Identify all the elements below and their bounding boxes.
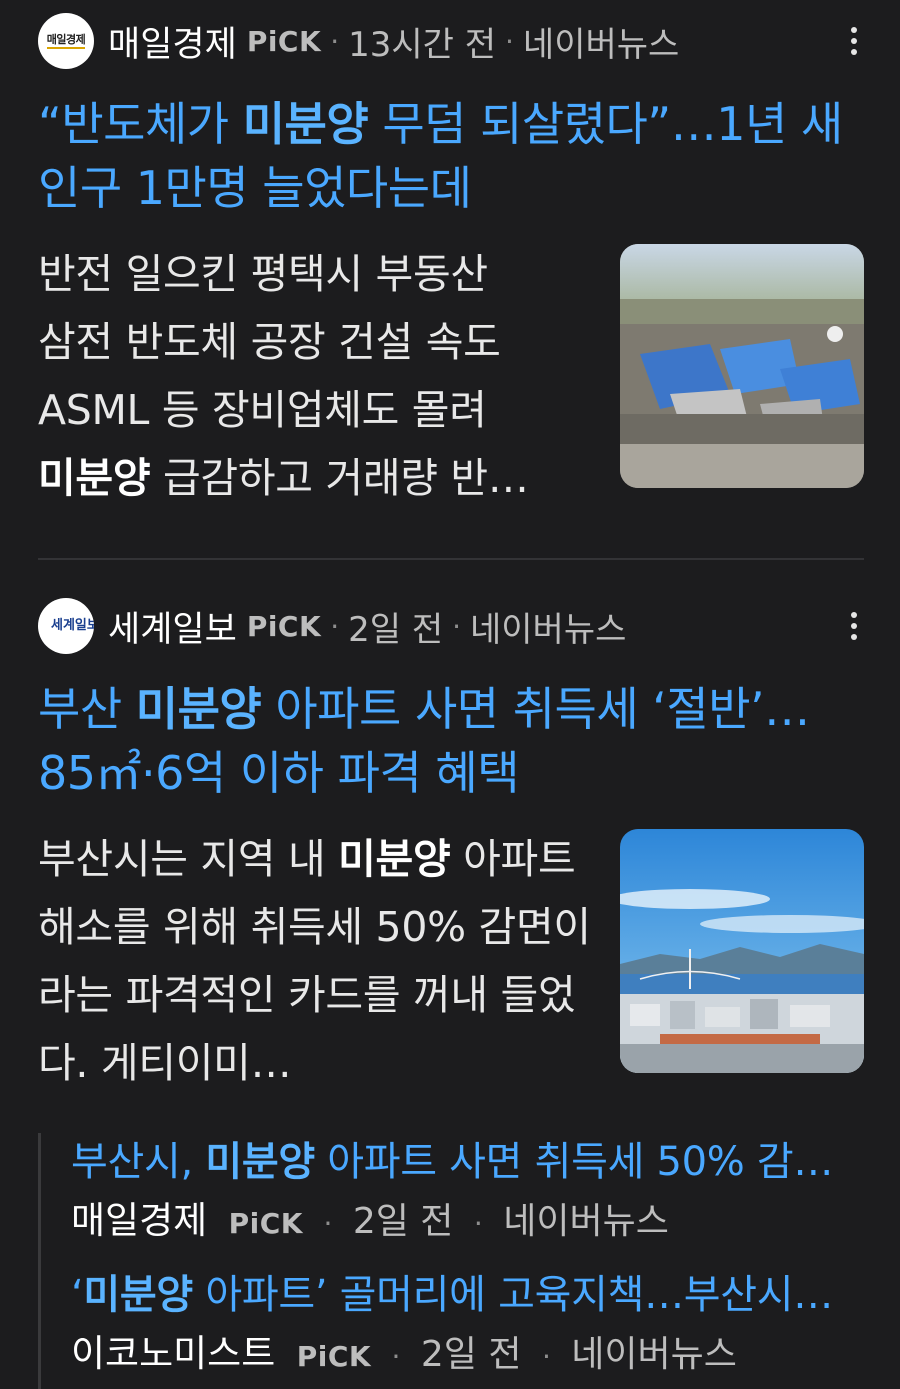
press-name[interactable]: 매일경제 [108, 16, 237, 67]
summary-keyword: 미분양 [338, 835, 451, 883]
summary-keyword: 미분양 [38, 454, 151, 502]
related-meta: 이코노미스트 PiCK · 2일 전 · 네이버뉴스 [71, 1324, 867, 1387]
summary-text: 부산시는 지역 내 [38, 835, 339, 883]
more-options-icon[interactable] [842, 596, 866, 656]
busan-city-photo-icon [620, 829, 864, 1073]
related-title-link[interactable]: ‘미분양 아파트’ 골머리에 고육지책…부산시… [71, 1266, 867, 1324]
summary-line: 반전 일으킨 평택시 부동산 [38, 250, 488, 298]
related-title-text: ‘ [71, 1272, 84, 1318]
press-logo-text: 매일경제 [46, 33, 86, 49]
related-title-text: 아파트 사면 취득세 50% 감… [314, 1139, 834, 1185]
separator-dot: · [323, 1207, 333, 1240]
pick-badge: PiCK [246, 609, 322, 643]
separator-dot: · [330, 609, 340, 643]
summary-line: 미분양 급감하고 거래량 반… [38, 444, 598, 512]
article-summary[interactable]: 부산시는 지역 내 미분양 아파트 해소를 위해 취득세 50% 감면이라는 파… [38, 825, 598, 1097]
article-thumbnail[interactable] [620, 244, 864, 488]
article-body: 부산시는 지역 내 미분양 아파트 해소를 위해 취득세 50% 감면이라는 파… [38, 825, 864, 1097]
article-thumbnail[interactable] [620, 829, 864, 1073]
pick-badge: PiCK [296, 1340, 372, 1373]
article-body: 반전 일으킨 평택시 부동산 삼전 반도체 공장 건설 속도 ASML 등 장비… [38, 240, 864, 512]
press-name[interactable]: 세계일보 [108, 601, 237, 652]
platform-name: 네이버뉴스 [503, 1201, 669, 1242]
headline-text: 부산 [38, 682, 136, 736]
pick-badge: PiCK [246, 24, 322, 58]
source-row: 매일경제 매일경제 PiCK · 13시간 전 · 네이버뉴스 [38, 10, 864, 72]
headline-keyword: 미분양 [242, 97, 369, 151]
time-ago: 13시간 전 [348, 24, 497, 65]
press-logo[interactable]: 매일경제 [38, 13, 94, 69]
separator-dot: · [473, 1207, 483, 1240]
press-logo[interactable]: 세계일보 [38, 598, 94, 654]
press-name[interactable]: 이코노미스트 [71, 1332, 275, 1375]
time-ago: 2일 전 [352, 1201, 454, 1242]
related-item[interactable]: ‘미분양 아파트’ 골머리에 고육지책…부산시… 이코노미스트 PiCK · 2… [41, 1266, 867, 1387]
more-options-icon[interactable] [842, 11, 866, 71]
separator-dot: · [541, 1340, 551, 1373]
factory-aerial-photo-icon [620, 244, 864, 488]
platform-name: 네이버뉴스 [571, 1334, 737, 1375]
headline-keyword: 미분양 [135, 682, 262, 736]
headline-link[interactable]: 부산 미분양 아파트 사면 취득세 ‘절반’… 85㎡·6억 이하 파격 혜택 [38, 677, 864, 805]
summary-text: 급감하고 거래량 반… [150, 454, 529, 502]
source-row: 세계일보 세계일보 PiCK · 2일 전 · 네이버뉴스 [38, 595, 864, 657]
related-meta: 매일경제 PiCK · 2일 전 · 네이버뉴스 [71, 1191, 867, 1254]
related-title-keyword: 미분양 [83, 1272, 193, 1318]
time-ago: 2일 전 [420, 1334, 522, 1375]
platform-name: 네이버뉴스 [522, 24, 680, 65]
summary-line: 삼전 반도체 공장 건설 속도 [38, 318, 501, 366]
related-articles: 부산시, 미분양 아파트 사면 취득세 50% 감… 매일경제 PiCK · 2… [38, 1133, 867, 1389]
separator-dot: · [505, 24, 514, 58]
news-card-1: 매일경제 매일경제 PiCK · 13시간 전 · 네이버뉴스 “반도체가 미분… [38, 10, 864, 512]
headline-text: “반도체가 [38, 97, 243, 151]
related-title-keyword: 미분양 [205, 1139, 315, 1185]
press-name[interactable]: 매일경제 [71, 1199, 207, 1242]
headline-link[interactable]: “반도체가 미분양 무덤 되살렸다”…1년 새 인구 1만명 늘었다는데 [38, 92, 864, 220]
related-item[interactable]: 부산시, 미분양 아파트 사면 취득세 50% 감… 매일경제 PiCK · 2… [41, 1133, 867, 1254]
time-ago: 2일 전 [348, 609, 444, 650]
separator-dot: · [391, 1340, 401, 1373]
card-divider [38, 558, 864, 560]
related-title-text: 아파트’ 골머리에 고육지책…부산시… [192, 1272, 833, 1318]
article-summary[interactable]: 반전 일으킨 평택시 부동산 삼전 반도체 공장 건설 속도 ASML 등 장비… [38, 240, 598, 512]
press-logo-text: 세계일보 [51, 618, 94, 633]
separator-dot: · [330, 24, 340, 58]
related-title-text: 부산시, [71, 1139, 206, 1185]
platform-name: 네이버뉴스 [470, 609, 627, 650]
summary-line: ASML 등 장비업체도 몰려 [38, 386, 487, 434]
related-title-link[interactable]: 부산시, 미분양 아파트 사면 취득세 50% 감… [71, 1133, 867, 1191]
pick-badge: PiCK [228, 1207, 303, 1240]
news-card-2: 세계일보 세계일보 PiCK · 2일 전 · 네이버뉴스 부산 미분양 아파트… [38, 595, 864, 1097]
separator-dot: · [452, 609, 461, 643]
